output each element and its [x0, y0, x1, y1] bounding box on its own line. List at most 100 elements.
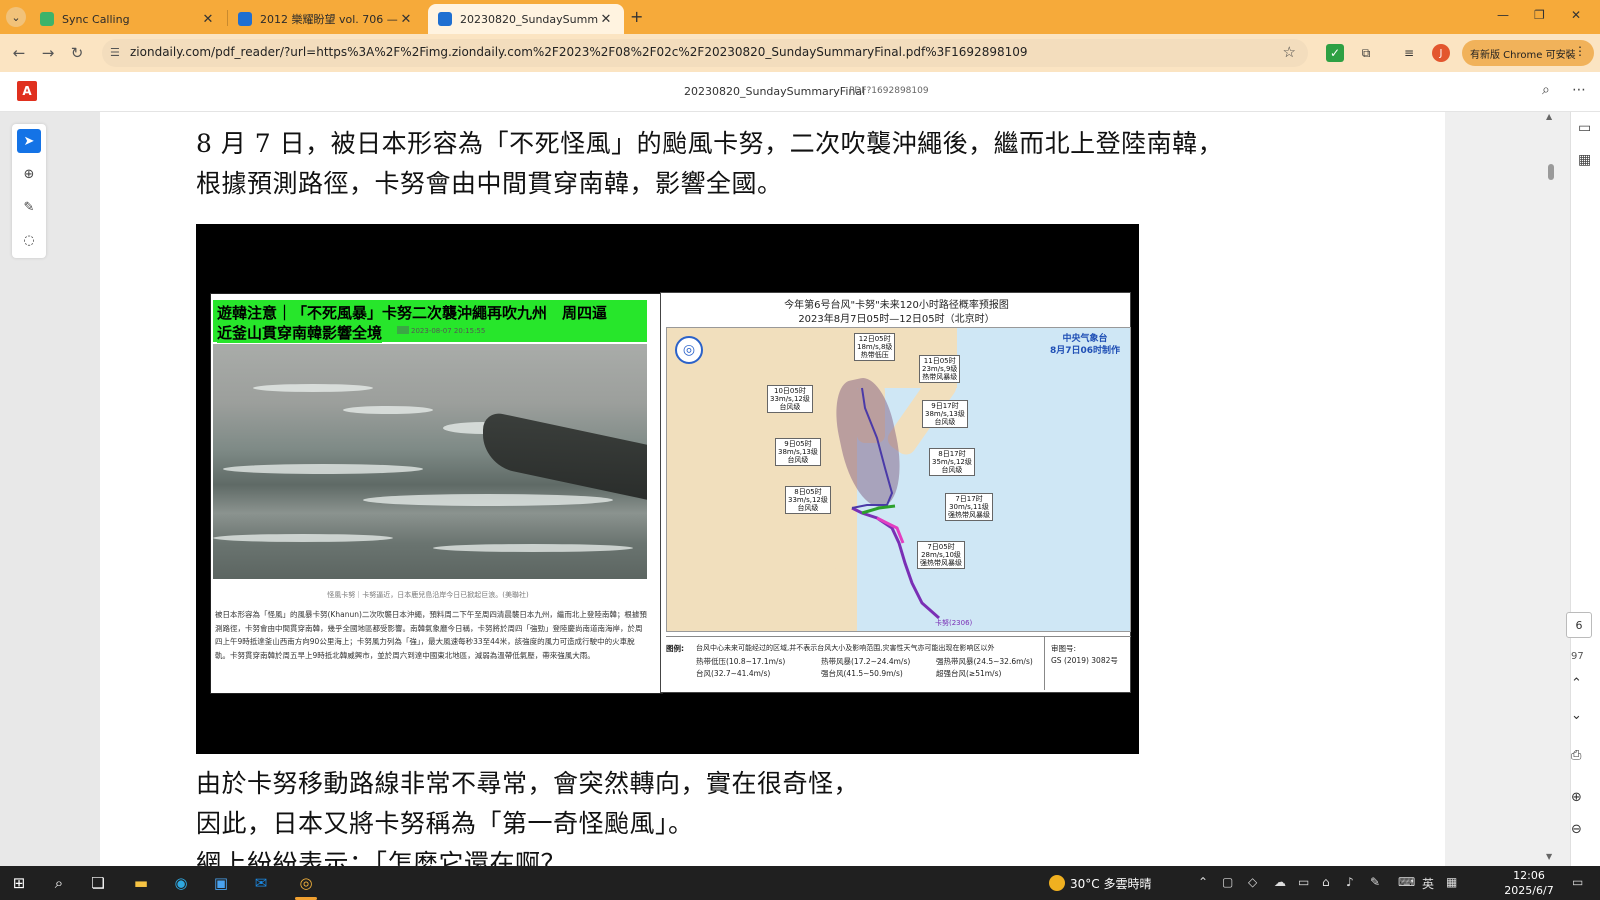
task-view-icon[interactable]: ❏ [87, 872, 109, 894]
stormy-sea-photo [213, 344, 647, 579]
media-control-icon[interactable]: ≡ [1400, 44, 1418, 62]
thumbnails-grid-icon[interactable]: ▦ [1578, 152, 1591, 168]
document-title: 20230820_SundaySummaryFinal [684, 85, 866, 98]
keyboard-icon[interactable]: ⌨ [1398, 875, 1415, 889]
file-explorer-icon[interactable]: ▬ [130, 872, 152, 894]
map-audit-number: 审图号: GS (2019) 3082号 [1051, 644, 1118, 665]
forward-icon[interactable]: → [38, 43, 58, 63]
forecast-callout: 7日17时 30m/s,11级 强热带风暴级 [945, 493, 993, 521]
news-headline-block: 遊韓注意｜「不死風暴」卡努二次襲沖繩再吹九州 周四逼 近釜山貫穿南韓影響全境 2… [213, 300, 647, 343]
map-legend: 图例: 台风中心未来可能经过的区域,并不表示台风大小及影响范围,灾害性天气亦可能… [666, 636, 1131, 690]
network-icon[interactable]: ⌂ [1322, 875, 1330, 889]
forecast-callout: 8日05时 33m/s,12级 台风级 [785, 486, 831, 514]
forecast-callout: 8日17时 35m/s,12级 台风级 [929, 448, 975, 476]
acrobat-logo-icon[interactable]: A [17, 81, 37, 101]
scroll-down-arrow-icon[interactable]: ▼ [1546, 852, 1552, 861]
show-hidden-icons-icon[interactable]: ⌃ [1198, 875, 1208, 889]
ime-language-indicator[interactable]: 英 [1422, 875, 1434, 892]
select-tool[interactable]: ➤ [17, 129, 41, 153]
page-number-input[interactable]: 6 [1566, 612, 1592, 638]
tab-search-button[interactable]: ⌄ [6, 7, 26, 27]
draw-tool[interactable]: ✎ [17, 195, 41, 219]
map-area: ◎ 中央气象台 8月7日06时制作 卡努(2306) 12日05时 18m/s,8… [666, 327, 1131, 632]
chrome-icon[interactable]: ◎ [295, 872, 317, 894]
extensions-puzzle-icon[interactable]: ⧉ [1357, 44, 1375, 62]
typhoon-forecast-map: 今年第6号台风"卡努"未来120小时路径概率预报图 2023年8月7日05时—1… [660, 292, 1131, 693]
news-headline-continued: 近釜山貫穿南韓影響全境 [217, 322, 383, 343]
volume-icon[interactable]: ♪ [1346, 875, 1354, 889]
page-fit-icon[interactable]: ⎙ [1571, 748, 1581, 763]
close-icon[interactable]: ✕ [200, 12, 216, 27]
site-info-icon[interactable]: ☰ [110, 46, 120, 59]
tab-title: 2012 樂耀盼望 vol. 706 — 預測… [260, 13, 398, 26]
pen-icon[interactable]: ✎ [1370, 875, 1380, 889]
chevron-down-icon: ⌄ [11, 10, 21, 24]
chrome-update-button[interactable]: 有新版 Chrome 可安裝 ⋮ [1462, 40, 1594, 66]
news-headline: 遊韓注意｜「不死風暴」卡努二次襲沖繩再吹九州 周四逼 [217, 304, 608, 322]
bookmark-star-icon[interactable]: ☆ [1283, 43, 1296, 61]
scrollbar-thumb[interactable] [1548, 164, 1554, 180]
system-clock[interactable]: 12:06 2025/6/7 [1501, 868, 1557, 898]
tab-sync-calling[interactable]: Sync Calling ✕ [30, 4, 226, 34]
zoom-in-icon[interactable]: ⊕ [1571, 790, 1582, 805]
next-page-icon[interactable]: ⌄ [1571, 708, 1582, 723]
breakwater [483, 409, 647, 504]
tray-app-icon[interactable]: ◇ [1248, 875, 1257, 889]
new-tab-button[interactable]: + [630, 7, 643, 26]
forecast-callout: 10日05时 33m/s,12级 台风级 [767, 385, 813, 413]
comments-panel-icon[interactable]: ▭ [1578, 120, 1591, 136]
weather-widget[interactable]: 30°C 多雲時晴 [1070, 875, 1151, 892]
lasso-tool[interactable]: ◌ [17, 228, 41, 252]
browser-toolbar: ← → ↻ ☰ ziondaily.com/pdf_reader/?url=ht… [0, 34, 1600, 72]
address-bar[interactable]: ☰ ziondaily.com/pdf_reader/?url=https%3A… [102, 39, 1308, 67]
document-subtitle: PDF?1692898109 [849, 86, 929, 96]
search-icon[interactable]: ⌕ [1542, 82, 1550, 98]
previous-page-icon[interactable]: ⌃ [1571, 676, 1582, 691]
forecast-callout: 9日05时 38m/s,13级 台风级 [775, 438, 821, 466]
news-screenshot: 遊韓注意｜「不死風暴」卡努二次襲沖繩再吹九州 周四逼 近釜山貫穿南韓影響全境 2… [210, 293, 663, 694]
onedrive-cloud-icon[interactable]: ☁ [1274, 875, 1286, 889]
paragraph-line: 8 月 7 日，被日本形容為「不死怪風」的颱風卡努，二次吹襲沖繩後，繼而北上登陸… [196, 129, 1224, 158]
extension-check-icon[interactable]: ✓ [1326, 44, 1344, 62]
photo-caption: 怪風卡努｜卡努逼近，日本鹿兒島沿岸今日已掀起巨浪。(美聯社) [327, 591, 529, 599]
more-horiz-icon[interactable]: ⋯ [1572, 82, 1586, 98]
close-icon[interactable]: ✕ [598, 12, 614, 27]
legend-item: 超强台风(≥51m/s) [936, 669, 1002, 678]
battery-icon[interactable]: ▭ [1298, 875, 1309, 889]
storm-track [851, 387, 940, 620]
restore-icon[interactable]: ❐ [1534, 8, 1545, 22]
zoom-out-icon[interactable]: ⊖ [1571, 822, 1582, 837]
url-text[interactable]: ziondaily.com/pdf_reader/?url=https%3A%2… [130, 45, 1028, 59]
scroll-up-arrow-icon[interactable]: ▲ [1546, 112, 1552, 121]
comment-tool[interactable]: ⊕ [17, 162, 41, 186]
tray-app-icon[interactable]: ▢ [1222, 875, 1233, 889]
outlook-icon[interactable]: ✉ [250, 872, 272, 894]
profile-avatar[interactable]: J [1432, 44, 1450, 62]
ime-mode-icon[interactable]: ▦ [1446, 875, 1457, 889]
notifications-icon[interactable]: ▭ [1572, 875, 1583, 889]
paragraph-line: 網上紛紛表示：「怎麼它還在啊？ [196, 849, 567, 866]
tab-pdf-active[interactable]: 20230820_SundaySummaryFi… ✕ [428, 4, 624, 34]
windows-start-icon[interactable]: ⊞ [8, 872, 30, 894]
search-icon[interactable]: ⌕ [48, 872, 70, 894]
microsoft-store-icon[interactable]: ▣ [210, 872, 232, 894]
map-subtitle: 2023年8月7日05时—12日05时（北京时） [798, 314, 995, 325]
cursor-arrow-icon: ➤ [23, 133, 35, 149]
back-icon[interactable]: ← [9, 43, 29, 63]
map-title: 今年第6号台风"卡努"未来120小时路径概率预报图 [784, 300, 1009, 311]
embedded-image: 遊韓注意｜「不死風暴」卡努二次襲沖繩再吹九州 周四逼 近釜山貫穿南韓影響全境 2… [196, 224, 1139, 754]
reload-icon[interactable]: ↻ [67, 43, 87, 63]
weather-sun-icon[interactable] [1049, 875, 1065, 891]
minimize-icon[interactable]: — [1497, 8, 1509, 22]
more-vert-icon[interactable]: ⋮ [1574, 44, 1586, 58]
close-window-icon[interactable]: ✕ [1571, 8, 1581, 22]
legend-item: 强热带风暴(24.5~32.6m/s) [936, 657, 1033, 666]
forecast-callout: 7日05时 28m/s,10级 强热带风暴级 [917, 541, 965, 569]
tab-ziondaily-article[interactable]: 2012 樂耀盼望 vol. 706 — 預測… ✕ [228, 4, 424, 34]
close-icon[interactable]: ✕ [398, 12, 414, 27]
edge-browser-icon[interactable]: ◉ [170, 872, 192, 894]
windows-taskbar: ⊞ ⌕ ❏ ▬ ◉ ▣ ✉ ◎ 30°C 多雲時晴 ⌃ ▢ ◇ ☁ ▭ ⌂ ♪ … [0, 866, 1600, 900]
legend-note: 台风中心未来可能经过的区域,并不表示台风大小及影响范围,灾害性天气亦可能出现在影… [696, 644, 995, 652]
news-body-text: 被日本形容為「怪風」的風暴卡努(Khanun)二次吹襲日本沖繩，預料周二下午至周… [215, 610, 647, 660]
clock-date: 2025/6/7 [1504, 884, 1554, 897]
